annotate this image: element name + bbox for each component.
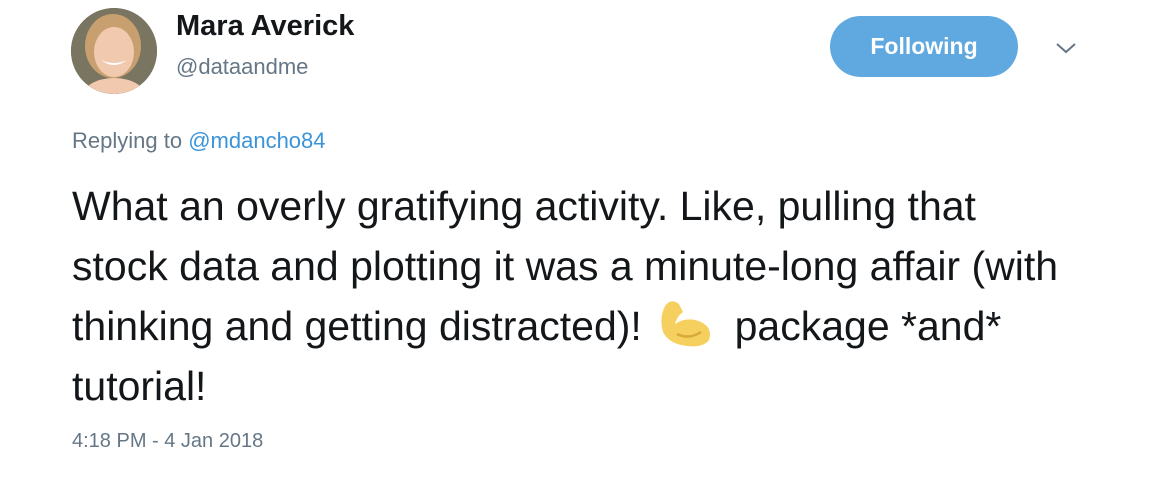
timestamp[interactable]: 4:18 PM - 4 Jan 2018 [72,430,263,453]
flexed-biceps-icon [661,301,711,347]
replying-to: Replying to @mdancho84 [72,128,326,154]
reply-target-link[interactable]: @mdancho84 [188,128,325,153]
tweet-text: What an overly gratifying activity. Like… [72,176,1072,416]
user-handle[interactable]: @dataandme [176,54,308,80]
following-button[interactable]: Following [830,16,1018,77]
avatar[interactable] [71,8,157,94]
replying-to-label: Replying to [72,128,183,153]
user-name[interactable]: Mara Averick [176,10,354,43]
chevron-down-icon[interactable] [1054,38,1078,58]
avatar-photo-icon [71,8,157,94]
